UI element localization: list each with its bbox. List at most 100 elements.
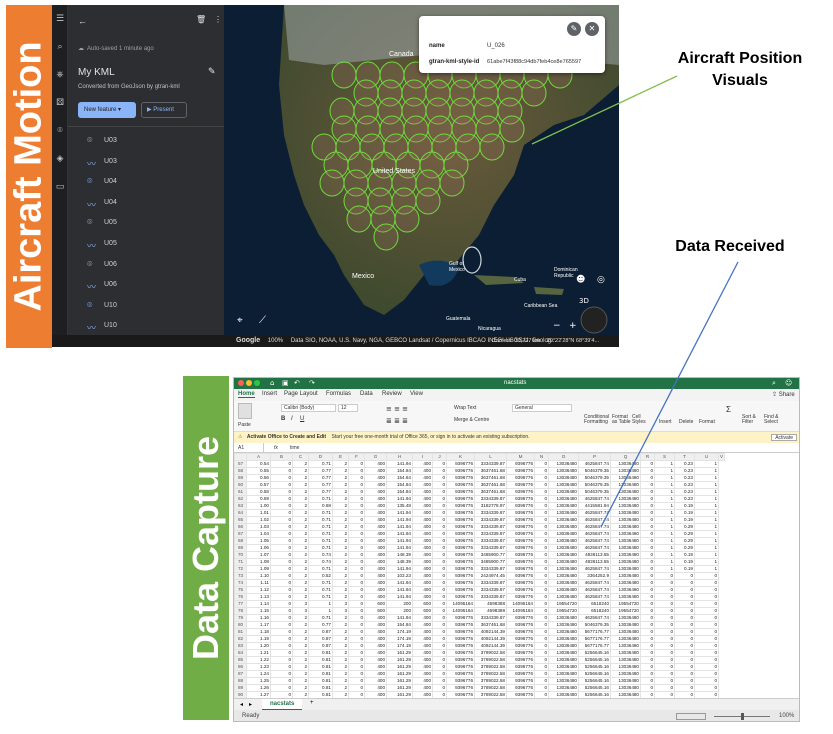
column-header[interactable]: N bbox=[534, 453, 549, 461]
cell[interactable]: 0 bbox=[348, 572, 365, 580]
cell[interactable]: 3334339.87 bbox=[474, 523, 507, 531]
cell[interactable]: 13036480 bbox=[610, 509, 641, 517]
cell[interactable]: 3334339.87 bbox=[474, 509, 507, 517]
cell[interactable]: 0 bbox=[270, 649, 293, 657]
cell[interactable]: 0 bbox=[674, 628, 695, 636]
cell[interactable]: 3789022.58 bbox=[474, 663, 507, 671]
cell[interactable]: 0 bbox=[270, 565, 293, 573]
row-header[interactable]: 85 bbox=[234, 656, 247, 664]
cell[interactable]: 0 bbox=[348, 558, 365, 566]
cell[interactable]: 9396776 bbox=[446, 558, 475, 566]
cell[interactable]: 0 bbox=[270, 544, 293, 552]
cell[interactable]: 0 bbox=[534, 663, 549, 671]
cell[interactable]: 0 bbox=[654, 607, 675, 615]
cell[interactable]: 0.23 bbox=[674, 488, 695, 496]
table-row[interactable]: 86 1.23 0 2 0.81 2 0 400 161.29 400 0 9396776 378902… bbox=[234, 663, 725, 671]
cell[interactable]: 0 bbox=[348, 607, 365, 615]
row-header[interactable]: 81 bbox=[234, 628, 247, 636]
cell[interactable]: 0 bbox=[432, 600, 447, 608]
search-icon[interactable]: ⌕ bbox=[55, 42, 65, 52]
feature-item[interactable]: ⌾ U05 bbox=[68, 213, 224, 233]
cell[interactable]: 0.81 bbox=[308, 670, 333, 678]
cell[interactable]: 13036480 bbox=[548, 509, 579, 517]
cell[interactable]: 2 bbox=[292, 523, 309, 531]
cell[interactable]: 0 bbox=[534, 551, 549, 559]
feature-item[interactable]: ⌾ U10 bbox=[68, 296, 224, 316]
cell[interactable]: 2 bbox=[332, 635, 349, 643]
cell[interactable]: 4092144.39 bbox=[474, 642, 507, 650]
tab-view[interactable]: View bbox=[410, 391, 423, 397]
cell[interactable]: 0.77 bbox=[308, 467, 333, 475]
cell[interactable]: 0 bbox=[432, 607, 447, 615]
cell[interactable]: 0 bbox=[640, 474, 655, 482]
cell[interactable]: 2 bbox=[292, 649, 309, 657]
cell[interactable]: 19554720 bbox=[610, 607, 641, 615]
cell[interactable]: 2 bbox=[292, 530, 309, 538]
cell[interactable]: 5046379.35 bbox=[578, 474, 611, 482]
cell[interactable]: 13036480 bbox=[548, 635, 579, 643]
cell[interactable]: 9396776 bbox=[446, 523, 475, 531]
cell[interactable]: 0 bbox=[270, 586, 293, 594]
cell[interactable]: 0 bbox=[534, 579, 549, 587]
cell[interactable]: 9396776 bbox=[506, 572, 535, 580]
cell[interactable]: 2 bbox=[292, 614, 309, 622]
cell[interactable]: 0.29 bbox=[674, 537, 695, 545]
table-row[interactable]: 83 1.20 0 2 0.87 2 0 400 174.19 400 0 9396776 409214… bbox=[234, 642, 725, 650]
cell[interactable]: 2 bbox=[332, 572, 349, 580]
cell[interactable]: 6518240 bbox=[578, 607, 611, 615]
cell[interactable]: 0 bbox=[534, 565, 549, 573]
cell[interactable]: 174.19 bbox=[386, 635, 413, 643]
cell[interactable]: 1.19 bbox=[246, 635, 271, 643]
cell[interactable]: 13036480 bbox=[610, 537, 641, 545]
cell[interactable]: 0.58 bbox=[246, 488, 271, 496]
cell[interactable]: 0.29 bbox=[674, 523, 695, 531]
cell[interactable]: 0 bbox=[432, 551, 447, 559]
cell[interactable]: 2 bbox=[332, 544, 349, 552]
cell[interactable]: 0 bbox=[640, 579, 655, 587]
cell[interactable]: 5677176.77 bbox=[578, 635, 611, 643]
font-size-select[interactable]: 12 bbox=[338, 404, 358, 412]
cell[interactable]: 0 bbox=[348, 537, 365, 545]
cell[interactable]: 0 bbox=[270, 670, 293, 678]
cell[interactable]: 0 bbox=[432, 495, 447, 503]
cell[interactable]: 1 bbox=[654, 544, 675, 552]
cell[interactable]: 9396776 bbox=[506, 684, 535, 692]
cell[interactable]: 0.87 bbox=[308, 642, 333, 650]
cell[interactable]: 0 bbox=[654, 663, 675, 671]
cell[interactable]: 13036480 bbox=[610, 460, 641, 468]
cell[interactable]: 4625847.74 bbox=[578, 586, 611, 594]
cell[interactable]: 0 bbox=[534, 621, 549, 629]
cell[interactable]: 0 bbox=[348, 579, 365, 587]
cell[interactable]: 0 bbox=[640, 509, 655, 517]
cell[interactable]: 0 bbox=[348, 544, 365, 552]
cell[interactable]: 0.19 bbox=[674, 551, 695, 559]
table-row[interactable]: 68 1.05 0 2 0.71 2 0 400 141.94 400 0 9396776 333433… bbox=[234, 537, 725, 545]
activate-button[interactable]: Activate bbox=[771, 434, 797, 441]
cell[interactable]: 1 bbox=[654, 523, 675, 531]
cell[interactable]: 0 bbox=[534, 607, 549, 615]
cell[interactable]: 0 bbox=[674, 642, 695, 650]
row-header[interactable]: 62 bbox=[234, 495, 247, 503]
cell[interactable]: 141.94 bbox=[386, 509, 413, 517]
minimize-dot[interactable] bbox=[246, 380, 252, 386]
projects-icon[interactable]: ⌾ bbox=[55, 126, 65, 136]
cell[interactable]: 0 bbox=[640, 467, 655, 475]
cell[interactable]: 2 bbox=[292, 460, 309, 468]
cell[interactable]: 0 bbox=[348, 530, 365, 538]
cell[interactable]: 3364252.9 bbox=[578, 572, 611, 580]
table-row[interactable]: 72 1.09 0 2 0.71 2 0 400 141.94 400 0 9396776 333433… bbox=[234, 565, 725, 573]
cell[interactable]: 400 bbox=[364, 677, 387, 685]
cell[interactable]: 13036480 bbox=[548, 579, 579, 587]
cell[interactable]: 1.13 bbox=[246, 593, 271, 601]
cell[interactable]: 0 bbox=[640, 565, 655, 573]
cell[interactable]: 13036480 bbox=[610, 684, 641, 692]
cell[interactable]: 400 bbox=[364, 635, 387, 643]
feature-item[interactable]: ⌾ U06 bbox=[68, 255, 224, 275]
cell[interactable]: 9396776 bbox=[446, 670, 475, 678]
name-box[interactable]: A1 bbox=[236, 443, 264, 453]
cell[interactable]: 400 bbox=[364, 495, 387, 503]
cell[interactable]: 1 bbox=[694, 523, 719, 531]
cell[interactable]: 5256645.16 bbox=[578, 663, 611, 671]
column-header[interactable]: H bbox=[386, 453, 413, 461]
cell[interactable]: 1 bbox=[694, 488, 719, 496]
